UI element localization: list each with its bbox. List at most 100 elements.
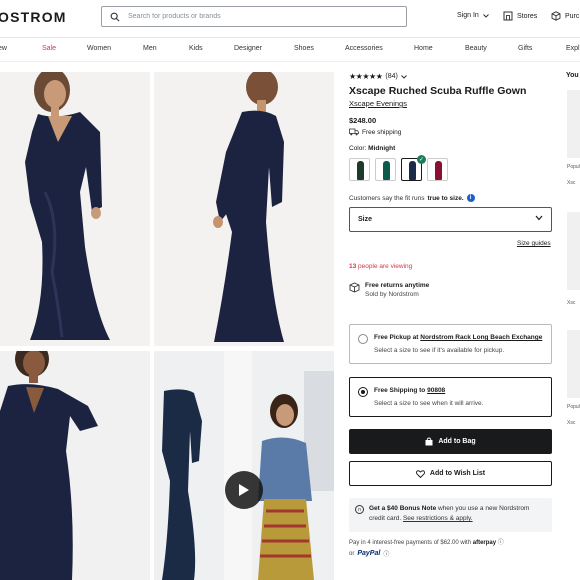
- sidebar-label: Popul: [567, 404, 580, 410]
- product-image-detail[interactable]: [0, 351, 150, 580]
- pickup-store-link[interactable]: Nordstrom Rack Long Beach Exchange: [420, 334, 542, 341]
- category-nav: ew Sale Women Men Kids Designer Shoes Ac…: [0, 38, 580, 62]
- sign-in-menu[interactable]: Sign In: [457, 12, 489, 19]
- bag-icon: [425, 437, 433, 446]
- nav-item-gifts[interactable]: Gifts: [518, 45, 532, 52]
- sidebar-label: Xsc: [567, 420, 576, 426]
- brand-link[interactable]: Xscape Evenings: [349, 99, 407, 108]
- color-label: Color:: [349, 145, 367, 152]
- purchases-label: Purc: [565, 12, 580, 20]
- sidebar-card[interactable]: [567, 90, 580, 158]
- nav-item-women[interactable]: Women: [87, 45, 111, 52]
- pickup-option[interactable]: Free Pickup at Nordstrom Rack Long Beach…: [349, 324, 552, 364]
- site-header: OSTROM Sign In Stores Purc: [0, 0, 580, 38]
- nav-item-designer[interactable]: Designer: [234, 45, 262, 52]
- star-rating-icon: ★★★★★: [349, 72, 383, 81]
- sidebar-label: Xsc: [567, 180, 576, 186]
- shipping-radio[interactable]: [358, 387, 368, 397]
- color-selection-label: Color: Midnight: [349, 145, 395, 152]
- chevron-down-icon: [400, 74, 407, 79]
- nav-item-shoes[interactable]: Shoes: [294, 45, 314, 52]
- swatch-4[interactable]: [427, 158, 448, 181]
- chevron-down-icon: [535, 215, 543, 221]
- nav-item-sale[interactable]: Sale: [42, 45, 56, 52]
- paypal-info-icon[interactable]: ⓘ: [383, 549, 389, 558]
- shipping-title: Free Shipping to 90808: [374, 387, 445, 394]
- chevron-down-icon: [482, 13, 489, 18]
- selected-check-icon: ✓: [417, 155, 426, 164]
- bonus-apply-link[interactable]: See restrictions & apply.: [403, 515, 473, 522]
- shipping-subtitle: Select a size to see when it will arrive…: [374, 400, 484, 407]
- nav-item-kids[interactable]: Kids: [189, 45, 203, 52]
- sidebar-card[interactable]: [567, 330, 580, 398]
- viewing-count: 13 people are viewing: [349, 263, 412, 270]
- pickup-title: Free Pickup at Nordstrom Rack Long Beach…: [374, 334, 542, 341]
- paypal-note: or PayPal ⓘ: [349, 549, 389, 558]
- product-price: $248.00: [349, 116, 377, 125]
- rating-summary[interactable]: ★★★★★ (84): [349, 72, 407, 81]
- store-icon: [503, 11, 513, 21]
- afterpay-logo: afterpay: [472, 540, 497, 546]
- afterpay-text: Pay in 4 interest-free payments of $62.0…: [349, 540, 472, 546]
- site-logo[interactable]: OSTROM: [0, 9, 67, 25]
- play-icon: [239, 484, 249, 496]
- add-to-bag-button[interactable]: Add to Bag: [349, 429, 552, 454]
- free-shipping-label: Free shipping: [362, 128, 402, 136]
- add-to-wishlist-button[interactable]: Add to Wish List: [349, 461, 552, 486]
- product-image-front[interactable]: [0, 72, 150, 346]
- product-video-thumbnail[interactable]: [154, 351, 334, 580]
- size-label: Size: [358, 216, 373, 223]
- play-video-button[interactable]: [225, 471, 263, 509]
- free-shipping-note: Free shipping: [349, 128, 401, 136]
- nav-item-accessories[interactable]: Accessories: [345, 45, 383, 52]
- fit-summary: Customers say the fit runs true to size.…: [349, 194, 475, 202]
- shipping-prefix: Free Shipping to: [374, 387, 426, 394]
- review-count: (84): [385, 73, 398, 80]
- color-value: Midnight: [368, 145, 396, 152]
- pickup-radio[interactable]: [358, 334, 368, 344]
- sign-in-label: Sign In: [457, 12, 479, 19]
- sidebar-card[interactable]: [567, 212, 580, 290]
- search-input[interactable]: [128, 13, 378, 20]
- search-bar[interactable]: [101, 6, 407, 27]
- afterpay-info-icon[interactable]: ⓘ: [498, 540, 504, 546]
- product-image-side[interactable]: [154, 72, 334, 346]
- search-icon: [110, 12, 120, 22]
- nav-item-explore[interactable]: Expl: [566, 45, 580, 52]
- stores-link[interactable]: Stores: [503, 11, 537, 21]
- nav-item-beauty[interactable]: Beauty: [465, 45, 487, 52]
- afterpay-note: Pay in 4 interest-free payments of $62.0…: [349, 537, 504, 546]
- add-to-bag-label: Add to Bag: [438, 438, 476, 445]
- sidebar-label: Xsc: [567, 300, 576, 306]
- paypal-logo: PayPal: [357, 550, 381, 557]
- paypal-or: or: [349, 550, 355, 557]
- heart-icon: [415, 469, 425, 478]
- stores-label: Stores: [517, 12, 538, 20]
- returns-info: Free returns anytime Sold by Nordstrom: [349, 282, 429, 298]
- fit-value: true to size.: [427, 194, 464, 202]
- viewing-number: 13: [349, 263, 357, 270]
- bonus-title: Get a $40 Bonus Note: [369, 505, 437, 512]
- returns-title: Free returns anytime: [365, 282, 430, 289]
- pickup-subtitle: Select a size to see if it's available f…: [374, 347, 505, 354]
- size-guides-link[interactable]: Size guides: [517, 240, 551, 247]
- nav-item-new[interactable]: ew: [0, 45, 7, 52]
- color-swatches: [349, 158, 448, 181]
- return-box-icon: [349, 282, 360, 293]
- purchases-link[interactable]: Purc: [551, 11, 579, 21]
- nav-item-men[interactable]: Men: [143, 45, 157, 52]
- truck-icon: [349, 128, 359, 136]
- fit-prefix: Customers say the fit runs: [349, 194, 425, 202]
- nav-item-home[interactable]: Home: [414, 45, 433, 52]
- info-icon[interactable]: i: [466, 194, 475, 202]
- add-to-wishlist-label: Add to Wish List: [429, 470, 486, 477]
- nordstrom-card-icon: n: [355, 505, 364, 514]
- box-icon: [551, 11, 561, 21]
- swatch-2[interactable]: [375, 158, 396, 181]
- size-dropdown[interactable]: Size: [349, 207, 552, 232]
- viewing-text: people are viewing: [358, 263, 413, 270]
- product-title: Xscape Ruched Scuba Ruffle Gown: [349, 85, 527, 97]
- swatch-1[interactable]: [349, 158, 370, 181]
- shipping-zip-link[interactable]: 90808: [427, 387, 445, 394]
- shipping-option[interactable]: Free Shipping to 90808 Select a size to …: [349, 377, 552, 417]
